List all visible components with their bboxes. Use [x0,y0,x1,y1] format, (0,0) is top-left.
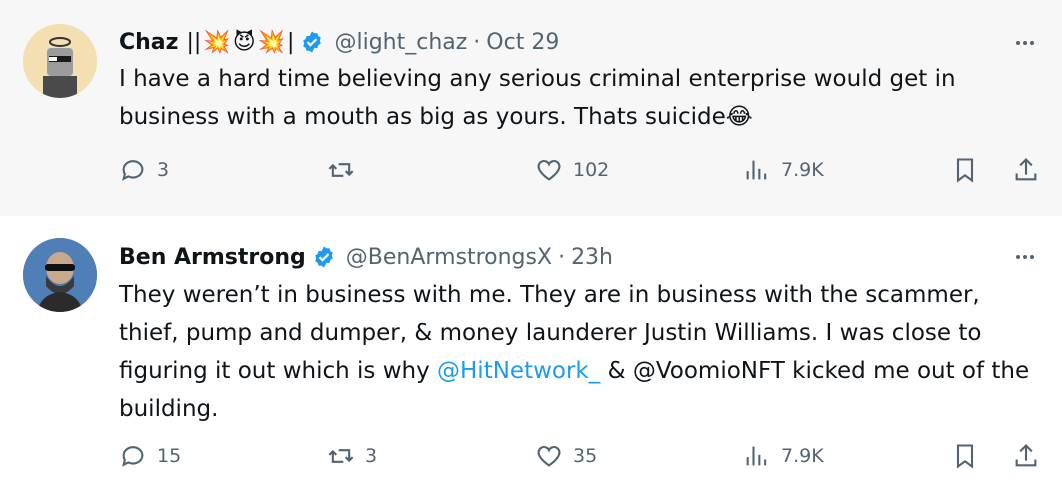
retweet-button[interactable]: 3 [327,442,377,470]
reply-button[interactable]: 3 [119,156,169,184]
retweet-icon [328,163,354,177]
verified-badge-icon [314,246,333,268]
share-icon [1015,444,1037,467]
name-emoji-badges: || 💥 😈 💥 | [186,29,295,55]
tweet-chaz[interactable]: Chaz || 💥 😈 💥 | @light_chaz · Oct 29 I h… [0,0,1062,216]
like-count: 35 [573,445,598,467]
separator-dot: · [473,29,481,55]
action-bar: 15 3 35 7.9K [0,442,1062,482]
timestamp[interactable]: 23h [571,245,613,270]
views-count: 7.9K [781,445,824,467]
tweet-header: Chaz || 💥 😈 💥 | @light_chaz · Oct 29 [119,25,559,59]
reply-icon [122,446,144,467]
like-button[interactable]: 102 [535,156,609,184]
share-icon [1015,158,1037,181]
reply-count: 3 [157,159,170,181]
tweet-header: Ben Armstrong @BenArmstrongsX · 23h [119,240,613,274]
share-button[interactable] [1012,156,1040,184]
bookmark-button[interactable] [951,442,979,470]
author-name[interactable]: Chaz [119,30,178,55]
more-icon[interactable] [1010,242,1040,272]
like-icon [537,445,561,467]
avatar[interactable] [23,238,97,312]
timestamp[interactable]: Oct 29 [486,30,559,55]
retweet-button[interactable] [327,156,365,184]
verified-badge-icon [303,31,322,53]
author-name[interactable]: Ben Armstrong [119,245,306,270]
views-button[interactable]: 7.9K [743,442,824,470]
reply-count: 15 [157,445,182,467]
author-handle[interactable]: @BenArmstrongsX [346,245,552,270]
views-icon [746,446,767,466]
mention-link[interactable]: @HitNetwork_ [437,358,600,384]
more-icon[interactable] [1010,28,1040,58]
avatar[interactable] [23,24,97,98]
views-icon [746,160,767,180]
bookmark-icon [956,444,974,469]
action-bar: 3 102 7.9K [0,156,1062,196]
tweet-ben-armstrong[interactable]: Ben Armstrong @BenArmstrongsX · 23h They… [0,216,1062,502]
like-icon [537,159,561,181]
retweet-count: 3 [365,445,378,467]
reply-icon [122,160,144,181]
retweet-icon [328,449,354,463]
tweet-text: I have a hard time believing any serious… [119,66,956,130]
bookmark-icon [956,158,974,183]
like-button[interactable]: 35 [535,442,597,470]
tweet-text: They weren’t in business with me. They a… [119,276,1039,428]
reply-button[interactable]: 15 [119,442,181,470]
share-button[interactable] [1012,442,1040,470]
bookmark-button[interactable] [951,156,979,184]
like-count: 102 [573,159,610,181]
author-handle[interactable]: @light_chaz [334,30,467,55]
views-button[interactable]: 7.9K [743,156,824,184]
separator-dot: · [558,244,566,270]
views-count: 7.9K [781,159,824,181]
